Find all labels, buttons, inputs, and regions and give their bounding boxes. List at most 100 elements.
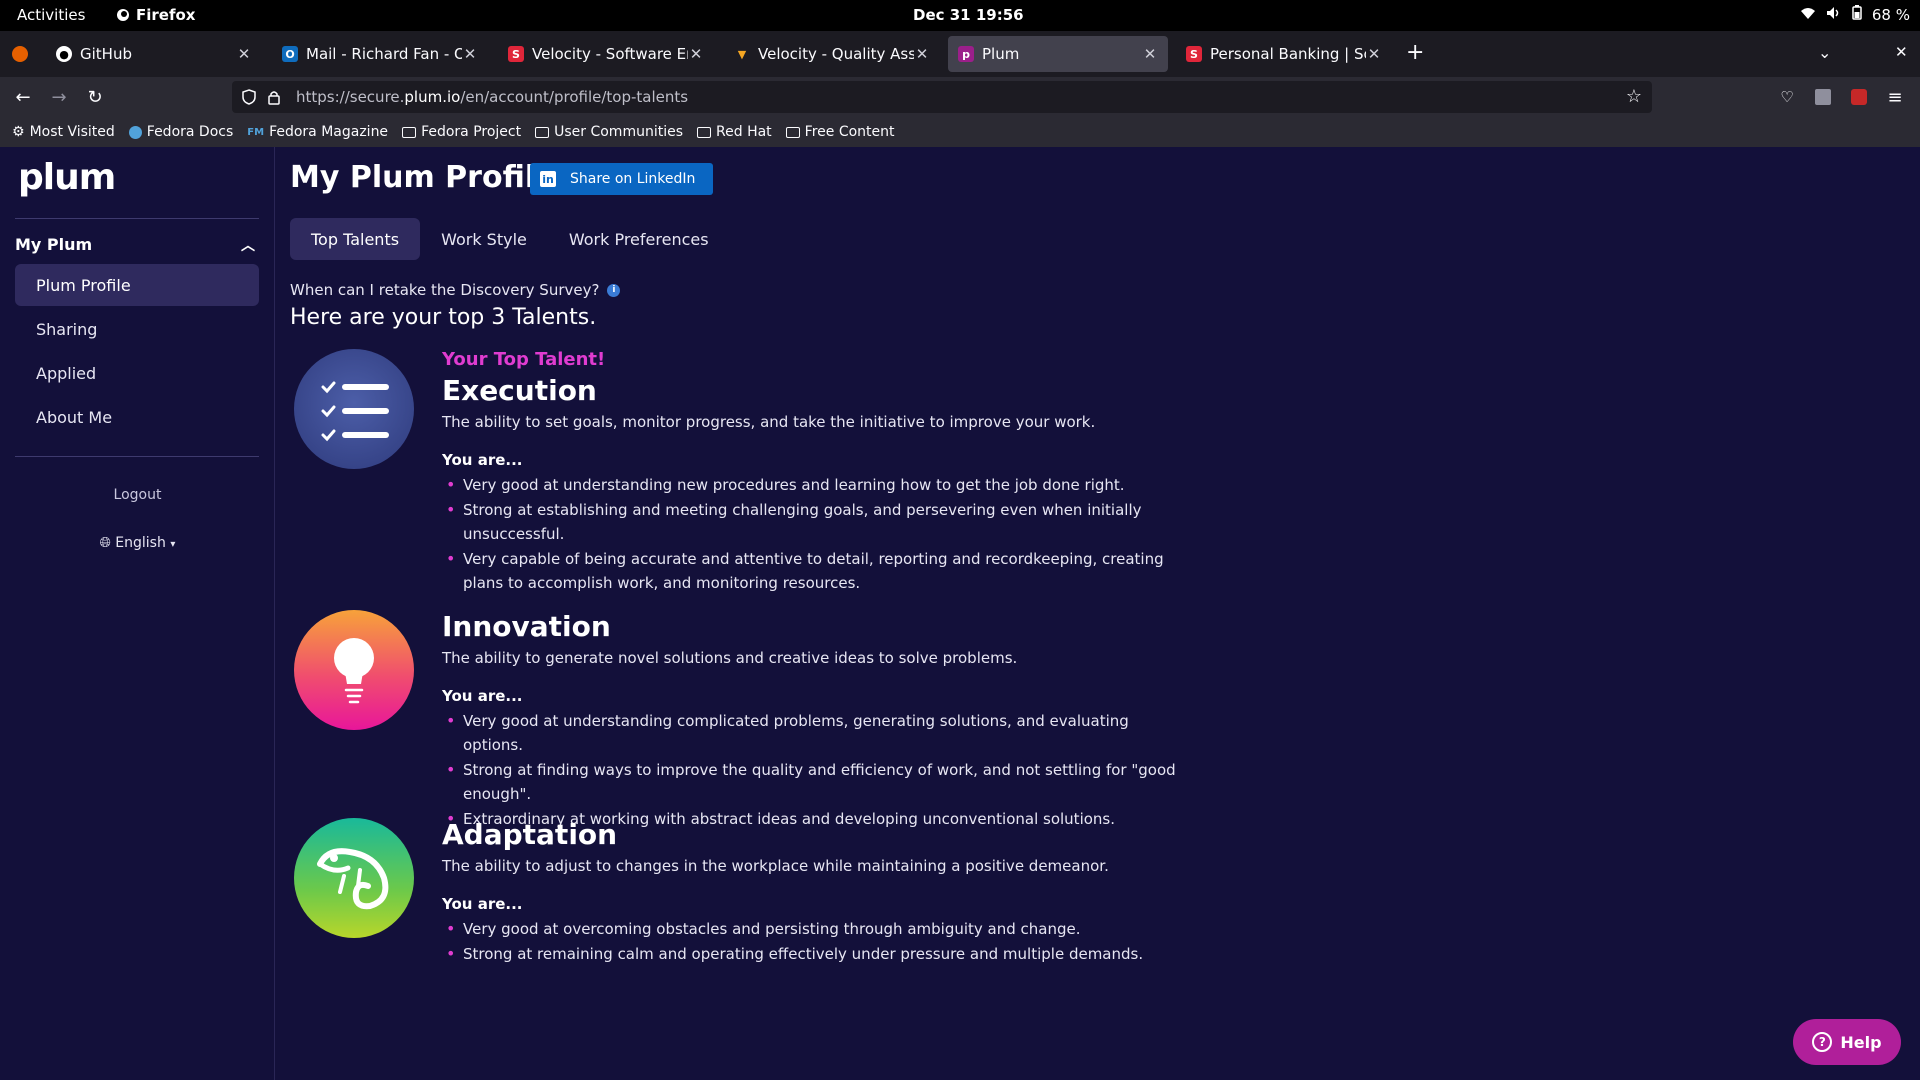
url-text: https://secure.plum.io/en/account/profil… [296, 88, 689, 106]
talent-description: The ability to adjust to changes in the … [442, 857, 1109, 875]
close-icon[interactable]: ✕ [914, 45, 930, 63]
talent-points: Very good at understanding new procedure… [442, 473, 1242, 595]
gear-icon: ⚙ [12, 124, 25, 140]
hamburger-menu-icon[interactable]: ≡ [1884, 86, 1906, 108]
firefox-view-icon[interactable] [12, 46, 28, 62]
share-linkedin-button[interactable]: in Share on LinkedIn [530, 163, 714, 195]
folder-icon [402, 126, 417, 138]
tab-scotiabank[interactable]: S Personal Banking | Scotiabank ✕ [1176, 36, 1392, 72]
tab-title: Velocity - Quality Assurance [758, 45, 914, 63]
plum-logo[interactable]: plum [18, 157, 116, 198]
talent-body: Adaptation The ability to adjust to chan… [442, 818, 1242, 966]
talent-body: Innovation The ability to generate novel… [442, 610, 1242, 831]
bookmark-red-hat[interactable]: Red Hat [697, 124, 772, 140]
close-icon[interactable]: ✕ [688, 45, 704, 63]
retake-survey-question: When can I retake the Discovery Survey? … [290, 281, 621, 299]
language-selector[interactable]: 🌐︎ English ▾ [0, 535, 275, 551]
shield-icon[interactable] [242, 89, 256, 105]
system-tray[interactable]: 68 % [1800, 5, 1910, 24]
button-label: Share on LinkedIn [570, 171, 696, 187]
tab-work-preferences[interactable]: Work Preferences [548, 218, 730, 260]
tab-github[interactable]: ● GitHub ✕ [46, 36, 262, 72]
bookmark-most-visited[interactable]: ⚙ Most Visited [12, 124, 115, 140]
volume-icon [1826, 6, 1842, 24]
velocity-icon: S [508, 46, 524, 62]
clock[interactable]: Dec 31 19:56 [913, 6, 1024, 24]
talent-description: The ability to set goals, monitor progre… [442, 413, 1096, 431]
system-top-bar: Activities Firefox Dec 31 19:56 68 % [0, 0, 1920, 31]
page-title: My Plum Profile [290, 160, 556, 195]
close-icon[interactable]: ✕ [236, 45, 252, 63]
pocket-icon[interactable]: ♡ [1776, 86, 1798, 108]
tab-plum[interactable]: p Plum ✕ [948, 36, 1168, 72]
divider [15, 456, 259, 457]
sidebar-item-about-me[interactable]: About Me [15, 396, 259, 438]
tab-title: Personal Banking | Scotiabank [1210, 45, 1366, 63]
tab-top-talents[interactable]: Top Talents [290, 218, 421, 260]
bookmarks-toolbar: ⚙ Most Visited Fedora Docs FM Fedora Magaz… [0, 117, 1920, 147]
lightbulb-icon [294, 610, 414, 730]
app-menu[interactable]: Firefox [116, 6, 195, 24]
extension-badge-icon[interactable] [1848, 86, 1870, 108]
battery-level: 68 % [1871, 5, 1910, 24]
section-title: My Plum [15, 235, 93, 254]
list-item: Strong at remaining calm and operating e… [442, 942, 1182, 966]
language-label: English [115, 535, 166, 551]
list-item: Very good at understanding complicated p… [442, 709, 1182, 757]
close-icon[interactable]: ✕ [1366, 45, 1382, 63]
activities-button[interactable]: Activities [17, 6, 85, 24]
url-bar[interactable]: https://secure.plum.io/en/account/profil… [232, 81, 1652, 113]
you-are-label: You are... [442, 451, 523, 469]
tab-title: Plum [982, 45, 1020, 63]
sidebar-section-header[interactable]: My Plum ︿ [15, 235, 255, 255]
bookmark-fedora-docs[interactable]: Fedora Docs [128, 124, 233, 140]
reload-icon[interactable]: ↻ [84, 86, 106, 108]
tab-title: Mail - Richard Fan - Outlook [306, 45, 462, 63]
you-are-label: You are... [442, 895, 523, 913]
github-icon: ● [56, 46, 72, 62]
divider [15, 218, 259, 219]
bookmark-fedora-project[interactable]: Fedora Project [402, 124, 521, 140]
close-icon[interactable]: ✕ [462, 45, 478, 63]
bookmark-user-communities[interactable]: User Communities [535, 124, 683, 140]
sidebar-item-sharing[interactable]: Sharing [15, 308, 259, 350]
extension-icon[interactable] [1812, 86, 1834, 108]
info-icon[interactable]: i [607, 283, 621, 297]
talent-description: The ability to generate novel solutions … [442, 649, 1018, 667]
linkedin-icon: in [540, 171, 556, 187]
tab-velocity-qa[interactable]: ▼ Velocity - Quality Assurance ✕ [724, 36, 940, 72]
close-window-icon[interactable]: ✕ [1895, 43, 1908, 61]
tab-velocity-swe[interactable]: S Velocity - Software Engineer ✕ [498, 36, 714, 72]
bookmark-fedora-magazine[interactable]: FM Fedora Magazine [247, 124, 388, 140]
velocity-v-icon: ▼ [737, 47, 747, 61]
new-tab-button[interactable]: + [1406, 40, 1424, 65]
wifi-icon [1800, 6, 1816, 24]
bookmark-star-icon[interactable]: ☆ [1626, 86, 1642, 107]
folder-icon [535, 126, 550, 138]
tab-outlook[interactable]: O Mail - Richard Fan - Outlook ✕ [272, 36, 488, 72]
sidebar-item-plum-profile[interactable]: Plum Profile [15, 264, 259, 306]
sidebar: plum My Plum ︿ Plum Profile Sharing Appl… [0, 147, 275, 1080]
scotia-icon: S [1186, 46, 1202, 62]
talent-body: Your Top Talent! Execution The ability t… [442, 349, 1242, 595]
logout-link[interactable]: Logout [0, 487, 275, 503]
forward-icon[interactable]: → [48, 86, 70, 108]
chevron-down-icon[interactable]: ⌄ [1818, 43, 1831, 62]
tab-title: GitHub [80, 45, 132, 63]
talent-points: Very good at overcoming obstacles and pe… [442, 917, 1242, 966]
chevron-up-icon: ︿ [241, 238, 255, 254]
chameleon-icon [294, 818, 414, 938]
close-icon[interactable]: ✕ [1142, 45, 1158, 63]
outlook-icon: O [282, 46, 298, 62]
top-talents-heading: Here are your top 3 Talents. [290, 305, 597, 330]
bookmark-free-content[interactable]: Free Content [785, 124, 895, 140]
sidebar-item-applied[interactable]: Applied [15, 352, 259, 394]
you-are-label: You are... [442, 687, 523, 705]
tab-work-style[interactable]: Work Style [420, 218, 548, 260]
lock-icon[interactable] [268, 90, 280, 105]
talent-name: Execution [442, 374, 597, 407]
page-content: plum My Plum ︿ Plum Profile Sharing Appl… [0, 147, 1920, 1080]
tab-title: Velocity - Software Engineer [532, 45, 688, 63]
help-button[interactable]: ? Help [1793, 1019, 1901, 1065]
back-icon[interactable]: ← [12, 86, 34, 108]
